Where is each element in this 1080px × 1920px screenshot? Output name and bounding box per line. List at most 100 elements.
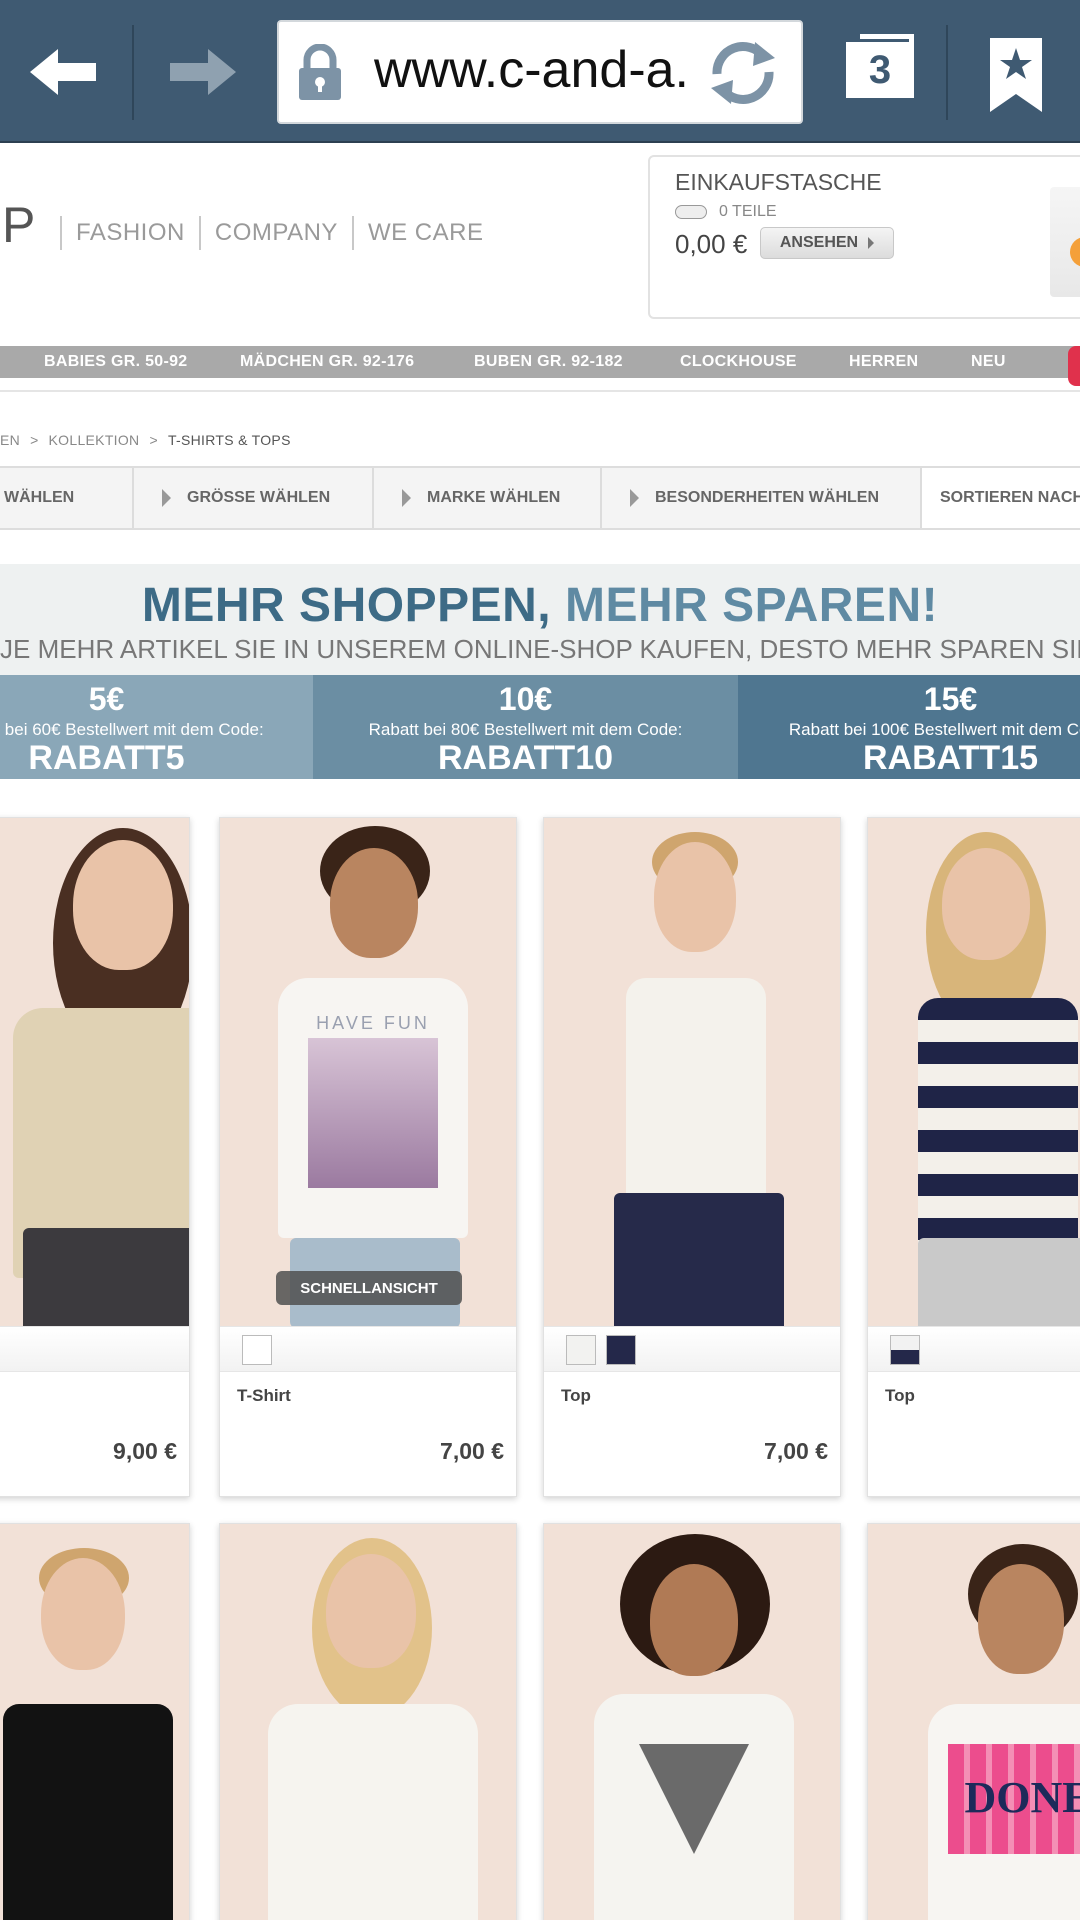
view-cart-button[interactable]: ANSEHEN	[760, 227, 894, 259]
breadcrumb-item[interactable]: EN	[0, 432, 20, 448]
swatch-white[interactable]	[242, 1335, 272, 1365]
swatch-white[interactable]	[566, 1335, 596, 1365]
quick-view-button[interactable]: SCHNELLANSICHT	[276, 1271, 462, 1305]
product-card[interactable]: HAVE FUN SCHNELLANSICHT T-Shirt 7,00 €	[219, 817, 517, 1497]
product-price: 9,00 €	[113, 1438, 177, 1464]
shopping-bag-panel: EINKAUFSTASCHE 0 TEILE 0,00 € ANSEHEN	[648, 155, 1080, 319]
nav-babies[interactable]: BABIES GR. 50-92	[44, 346, 188, 378]
model-head	[650, 1564, 738, 1676]
forward-button[interactable]	[136, 0, 266, 143]
cart-product-thumbnail	[1050, 187, 1080, 297]
back-arrow-icon	[30, 48, 96, 95]
coupon-desc: Rabatt bei 100€ Bestellwert mit dem Code…	[788, 720, 1080, 739]
product-name[interactable]: Top	[561, 1386, 591, 1406]
product-image[interactable]	[544, 1524, 840, 1920]
bookmark-button[interactable]	[966, 30, 1066, 114]
product-image[interactable]	[0, 818, 189, 1326]
model-head	[73, 840, 173, 970]
banner-subtitle: JE MEHR ARTIKEL SIE IN UNSEREM ONLINE-SH…	[0, 634, 1080, 664]
product-card[interactable]: Top	[867, 817, 1080, 1497]
toolbar-divider	[132, 25, 134, 120]
cart-items-label: 0 TEILE	[719, 203, 777, 220]
triangle-right-icon	[402, 489, 411, 507]
swatch-striped[interactable]	[890, 1335, 920, 1365]
nav-maedchen[interactable]: MÄDCHEN GR. 92-176	[240, 346, 414, 378]
sort-dropdown[interactable]: SORTIEREN NACH	[922, 468, 1080, 528]
filter-brand[interactable]: MARKE WÄHLEN	[374, 468, 602, 528]
product-name[interactable]: T-Shirt	[237, 1386, 291, 1406]
model-black-top	[3, 1704, 173, 1920]
product-image[interactable]: HAVE FUN SCHNELLANSICHT	[220, 818, 516, 1326]
filter-bar: WÄHLEN GRÖSSE WÄHLEN MARKE WÄHLEN BESOND…	[0, 466, 1080, 530]
tabs-button[interactable]: 3	[832, 28, 932, 108]
cart-item-count: 0 TEILE	[675, 203, 777, 221]
banner-title-a: MEHR SHOPPEN,	[141, 579, 552, 632]
product-card[interactable]: 9,00 €	[0, 817, 190, 1497]
shirt-print-text: DONE	[964, 1773, 1080, 1822]
back-button[interactable]	[0, 0, 130, 143]
triangle-right-icon	[630, 489, 639, 507]
chevron-right-icon	[868, 237, 875, 249]
nav-clockhouse[interactable]: CLOCKHOUSE	[680, 346, 797, 378]
color-swatches	[220, 1326, 516, 1372]
model-head	[41, 1558, 125, 1670]
nav-neu[interactable]: NEU	[971, 346, 1006, 378]
coupon-10: 10€ Rabatt bei 80€ Bestellwert mit dem C…	[313, 675, 738, 779]
model-tshirt: DONE	[928, 1704, 1080, 1920]
product-image[interactable]: DONE	[868, 1524, 1080, 1920]
filter-size[interactable]: GRÖSSE WÄHLEN	[134, 468, 374, 528]
product-name[interactable]: Top	[885, 1386, 915, 1406]
link-fashion[interactable]: FASHION	[74, 219, 187, 247]
address-bar[interactable]: www.c-and-a.	[277, 20, 803, 124]
link-we-care[interactable]: WE CARE	[366, 219, 486, 247]
top-links: FASHION COMPANY WE CARE	[48, 216, 485, 250]
product-card[interactable]: Top 7,00 €	[543, 817, 841, 1497]
cart-toggle-icon	[675, 205, 707, 219]
color-swatches	[868, 1326, 1080, 1372]
model-pants	[614, 1193, 784, 1326]
reload-icon[interactable]	[705, 38, 781, 108]
breadcrumb-current: T-SHIRTS & TOPS	[167, 432, 291, 448]
coupon-desc: Rabatt bei 80€ Bestellwert mit dem Code:	[368, 720, 683, 739]
nav-buben[interactable]: BUBEN GR. 92-182	[474, 346, 623, 378]
coupon-code: RABATT10	[437, 739, 614, 777]
nav-accent-tab[interactable]	[1068, 346, 1080, 386]
site-logo[interactable]: P	[2, 196, 35, 254]
coupon-desc: Rabatt bei 60€ Bestellwert mit dem Code:	[0, 720, 264, 739]
filter-features[interactable]: BESONDERHEITEN WÄHLEN	[602, 468, 922, 528]
coupon-15: 15€ Rabatt bei 100€ Bestellwert mit dem …	[738, 675, 1080, 779]
model-shorts	[23, 1228, 189, 1326]
model-head	[978, 1564, 1064, 1674]
coupon-amount: 15€	[923, 681, 978, 717]
breadcrumb-item[interactable]: KOLLEKTION	[49, 432, 140, 448]
triangle-right-icon	[162, 489, 171, 507]
nav-herren[interactable]: HERREN	[849, 346, 918, 378]
coupon-code: RABATT15	[862, 739, 1039, 777]
link-divider	[198, 216, 201, 250]
product-card[interactable]	[219, 1523, 517, 1920]
product-card[interactable]	[0, 1523, 190, 1920]
product-image[interactable]	[0, 1524, 189, 1920]
lock-icon	[299, 44, 341, 100]
product-image[interactable]	[544, 818, 840, 1326]
model-head	[330, 848, 418, 958]
shirt-print	[308, 1038, 438, 1188]
view-cart-label: ANSEHEN	[779, 234, 859, 251]
product-image[interactable]	[220, 1524, 516, 1920]
banner-title-b: MEHR SPAREN!	[564, 579, 939, 632]
swatch-navy[interactable]	[606, 1335, 636, 1365]
link-divider	[60, 216, 62, 250]
product-card[interactable]	[543, 1523, 841, 1920]
toolbar-divider	[946, 25, 948, 120]
cart-total: 0,00 €	[675, 229, 748, 259]
link-company[interactable]: COMPANY	[213, 219, 340, 247]
promo-banner[interactable]: MEHR SHOPPEN, MEHR SPAREN! JE MEHR ARTIK…	[0, 564, 1080, 779]
product-card[interactable]: DONE	[867, 1523, 1080, 1920]
filter-label: GRÖSSE WÄHLEN	[187, 489, 331, 506]
model-pants	[918, 1238, 1080, 1326]
nav-divider	[0, 390, 1080, 392]
coupon-amount: 5€	[88, 681, 125, 717]
product-image[interactable]	[868, 818, 1080, 1326]
color-swatches	[0, 1326, 189, 1372]
filter-category[interactable]: WÄHLEN	[0, 468, 134, 528]
